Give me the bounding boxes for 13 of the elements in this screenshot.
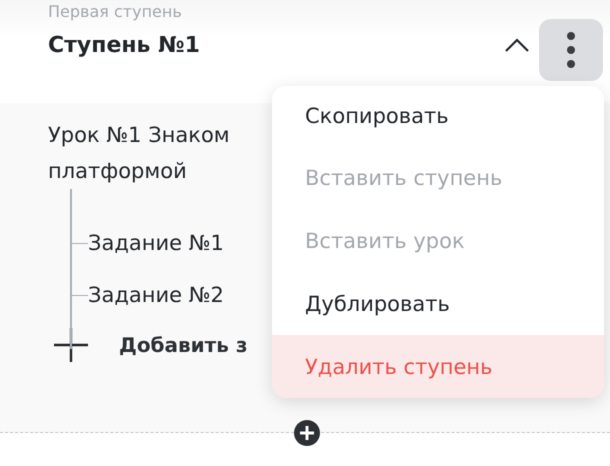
add-task-link[interactable]: Добавить з: [119, 333, 248, 357]
menu-item[interactable]: Скопировать: [272, 86, 604, 146]
stage-subtitle: Первая ступень: [48, 2, 183, 22]
more-icon[interactable]: [566, 30, 576, 70]
chevron-icon[interactable]: [505, 38, 529, 52]
lesson-title[interactable]: платформой: [48, 153, 187, 189]
more-button[interactable]: [539, 19, 603, 81]
menu-item[interactable]: Дублировать: [272, 272, 604, 335]
add-icon[interactable]: [294, 420, 320, 446]
task-item[interactable]: Задание №2: [88, 283, 224, 307]
stage-title: Ступень №1: [48, 32, 201, 60]
lesson-title[interactable]: Урок №1 Знаком: [48, 117, 230, 153]
task-item[interactable]: Задание №1: [88, 231, 224, 255]
